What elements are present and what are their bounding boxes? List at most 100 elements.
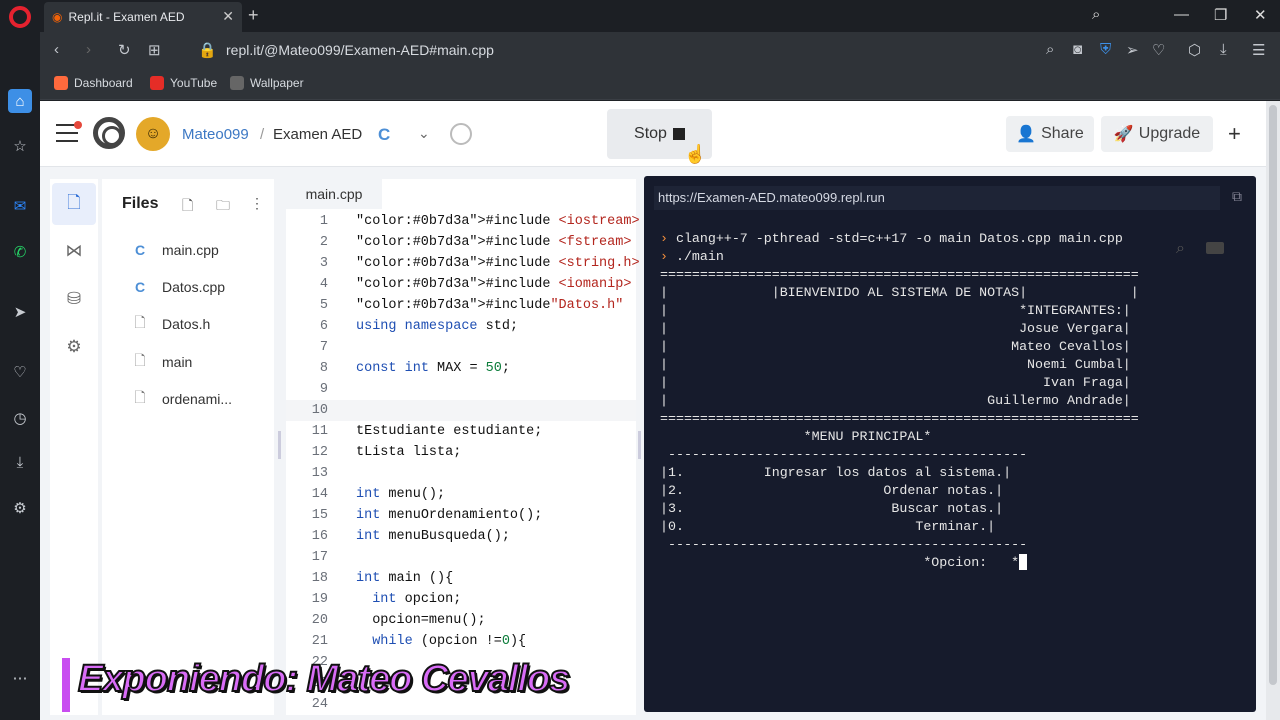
code-line[interactable]: 17 xyxy=(286,547,636,568)
code-line[interactable]: 21 while (opcion !=0){ xyxy=(286,631,636,652)
forward-icon[interactable]: › xyxy=(86,41,91,58)
bookmark-icon[interactable]: ☆ xyxy=(8,134,32,158)
code-line[interactable]: 14 int menu(); xyxy=(286,484,636,505)
zoom-icon[interactable]: ⌕ xyxy=(1046,41,1054,58)
download-icon[interactable]: ⤓ xyxy=(1220,41,1227,58)
file-item-datos-h[interactable]: 🗋 Datos.h xyxy=(132,312,210,336)
panel-resize-handle[interactable] xyxy=(638,431,641,459)
bookmark-wallpaper[interactable]: Wallpaper xyxy=(230,76,304,90)
camera-icon[interactable]: ◙ xyxy=(1073,41,1082,58)
code-line[interactable]: 4 "color:#0b7d3a">#include <iomanip> xyxy=(286,274,636,295)
code-line[interactable]: 1 "color:#0b7d3a">#include <iostream> xyxy=(286,211,640,232)
code-editor[interactable]: main.cpp 1 "color:#0b7d3a">#include <iost… xyxy=(286,179,640,715)
upgrade-button[interactable]: 🚀 Upgrade xyxy=(1101,116,1213,152)
code-line[interactable]: 6 using namespace std; xyxy=(286,316,636,337)
messenger-icon[interactable]: ✉ xyxy=(8,194,32,218)
output-line: ----------------------------------------… xyxy=(660,447,1028,462)
new-file-icon[interactable]: 🗋 xyxy=(182,195,193,219)
scrollbar[interactable] xyxy=(1266,101,1280,720)
scrollbar-thumb[interactable] xyxy=(1269,105,1277,685)
code-line[interactable]: 13 xyxy=(286,463,636,484)
file-item-main-cpp[interactable]: C main.cpp xyxy=(132,238,219,262)
history-icon[interactable] xyxy=(450,123,472,145)
replit-logo-icon[interactable] xyxy=(93,117,125,149)
opera-logo-icon[interactable] xyxy=(9,6,31,28)
editor-tab[interactable]: main.cpp xyxy=(286,179,382,211)
code-line[interactable]: 7 xyxy=(286,337,636,358)
reload-icon[interactable]: ↻ xyxy=(118,41,131,59)
close-window-icon[interactable]: ✕ xyxy=(1254,6,1267,24)
plus-icon[interactable]: + xyxy=(1228,121,1241,147)
heart-icon[interactable]: ♡ xyxy=(8,360,32,384)
code-line[interactable]: 10 xyxy=(286,400,636,421)
chevron-down-icon[interactable]: ⌄ xyxy=(418,125,430,142)
clear-console-icon[interactable] xyxy=(1206,242,1224,254)
file-item-datos-cpp[interactable]: C Datos.cpp xyxy=(132,275,225,299)
bookmark-youtube[interactable]: YouTube xyxy=(150,76,217,90)
share-nodes-icon[interactable]: ⋈ xyxy=(62,239,86,263)
line-text: const int MAX = 50; xyxy=(356,361,510,376)
send-icon[interactable]: ➤ xyxy=(8,300,32,324)
code-line[interactable]: 16 int menuBusqueda(); xyxy=(286,526,636,547)
speed-dial-icon[interactable]: ⊞ xyxy=(148,41,161,59)
browser-tab[interactable]: ◉ Repl.it - Examen AED ✕ xyxy=(44,2,242,32)
video-caption: Exponiendo: Mateo Cevallos xyxy=(62,657,571,712)
code-line[interactable]: 19 int opcion; xyxy=(286,589,636,610)
search-icon[interactable]: ⌕ xyxy=(1176,240,1185,258)
home-icon[interactable]: ⌂ xyxy=(8,89,32,113)
more-icon[interactable]: ⋯ xyxy=(8,666,32,690)
output-line: *Opcion: * xyxy=(660,555,1020,570)
code-line[interactable]: 15 int menuOrdenamiento(); xyxy=(286,505,636,526)
file-name: ordenami... xyxy=(162,391,233,407)
output-line: ========================================… xyxy=(660,267,1139,282)
code-line[interactable]: 20 opcion=menu(); xyxy=(286,610,636,631)
new-folder-icon[interactable]: 🗀 xyxy=(216,195,230,219)
settings-icon[interactable]: ⚙ xyxy=(8,496,32,520)
back-icon[interactable]: ‹ xyxy=(54,41,59,58)
minimize-icon[interactable]: — xyxy=(1174,6,1189,23)
more-options-icon[interactable]: ⋮ xyxy=(250,195,264,212)
bookmark-dashboard[interactable]: Dashboard xyxy=(54,76,133,90)
panel-resize-handle[interactable] xyxy=(278,431,281,459)
code-line[interactable]: 12 tLista lista; xyxy=(286,442,636,463)
line-text: "color:#0b7d3a">#include <iomanip> xyxy=(356,277,632,292)
cube-icon[interactable]: ⬡ xyxy=(1188,41,1201,59)
repl-run-url[interactable]: https://Examen-AED.mateo099.repl.run xyxy=(654,186,1220,210)
settings-icon[interactable]: ⚙ xyxy=(62,335,86,359)
code-lines[interactable]: 1 "color:#0b7d3a">#include <iostream> 2 "co… xyxy=(286,211,640,715)
breadcrumb-project[interactable]: Examen AED xyxy=(273,126,362,143)
code-line[interactable]: 8 const int MAX = 50; xyxy=(286,358,636,379)
file-icon: 🗋 xyxy=(134,352,146,368)
code-line[interactable]: 9 xyxy=(286,379,636,400)
search-tabs-icon[interactable]: ⌕ xyxy=(1092,6,1100,23)
restore-icon[interactable]: ❐ xyxy=(1214,6,1227,24)
line-text: int main (){ xyxy=(356,571,454,586)
history-icon[interactable]: ◷ xyxy=(8,406,32,430)
output-line: | |BIENVENIDO AL SISTEMA DE NOTAS| | xyxy=(660,285,1139,300)
easy-setup-icon[interactable]: ☰ xyxy=(1252,41,1265,59)
download-icon[interactable]: ⤓ xyxy=(8,450,32,474)
code-line[interactable]: 11 tEstudiante estudiante; xyxy=(286,421,636,442)
avatar[interactable]: ☺ xyxy=(136,117,170,151)
url-field[interactable]: repl.it/@Mateo099/Examen-AED#main.cpp xyxy=(226,42,494,58)
database-icon[interactable]: ⛁ xyxy=(62,287,86,311)
bookmarks-bar: Dashboard YouTube Wallpaper xyxy=(40,68,1280,100)
breadcrumb-user[interactable]: Mateo099 xyxy=(182,126,249,143)
share-button[interactable]: 👤 Share xyxy=(1006,116,1094,152)
file-item-main[interactable]: 🗋 main xyxy=(132,350,192,374)
new-tab-icon[interactable]: + xyxy=(248,5,259,26)
send-page-icon[interactable]: ➢ xyxy=(1126,41,1139,59)
code-line[interactable]: 2 "color:#0b7d3a">#include <fstream> xyxy=(286,232,636,253)
shield-icon[interactable]: ⛨ xyxy=(1100,41,1111,58)
open-external-icon[interactable]: ⧉ xyxy=(1232,188,1242,205)
code-line[interactable]: 3 "color:#0b7d3a">#include <string.h> xyxy=(286,253,640,274)
code-line[interactable]: 18 int main (){ xyxy=(286,568,636,589)
file-item-ordenamiento[interactable]: 🗋 ordenami... xyxy=(132,387,232,411)
files-icon[interactable]: 🗋 xyxy=(62,192,86,216)
terminal-output[interactable]: › clang++-7 -pthread -std=c++17 -o main … xyxy=(660,230,1139,572)
code-line[interactable]: 5 "color:#0b7d3a">#include"Datos.h" xyxy=(286,295,636,316)
console-panel[interactable]: https://Examen-AED.mateo099.repl.run ⧉ ⌕… xyxy=(644,176,1256,712)
heart-icon[interactable]: ♡ xyxy=(1152,41,1165,59)
close-tab-icon[interactable]: ✕ xyxy=(222,8,234,25)
whatsapp-icon[interactable]: ✆ xyxy=(8,240,32,264)
